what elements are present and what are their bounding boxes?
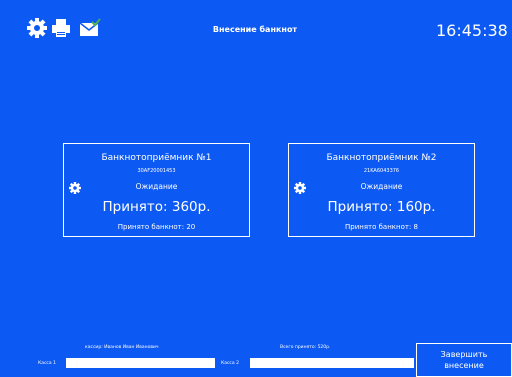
total-accepted-label: Всего принято: 520р. — [280, 345, 331, 350]
finish-button-line1: Завершить — [440, 350, 488, 359]
acceptor-status: Ожидание — [360, 182, 403, 191]
finish-button-line2: внесение — [444, 361, 484, 370]
acceptor-name: Банкнотоприёмник №2 — [326, 153, 437, 163]
finish-deposit-button[interactable]: Завершить внесение — [416, 343, 512, 377]
kassa2-label: Касса 2 — [221, 361, 239, 366]
gear-icon[interactable] — [27, 18, 47, 38]
kassa2-field[interactable] — [250, 358, 414, 368]
acceptor-accepted-amount: Принято: 360р. — [102, 199, 211, 215]
acceptor-card-1: Банкнотоприёмник №1 30AF20001453 Ожидани… — [63, 143, 250, 237]
clock: 16:45:38 — [436, 21, 508, 40]
acceptor-serial: 21KA6043376 — [363, 168, 400, 174]
printer-icon[interactable] — [51, 18, 71, 38]
kassa1-label: Касса 1 — [38, 361, 56, 366]
acceptor-serial: 30AF20001453 — [137, 168, 176, 174]
acceptor-notes-count: Принято банкнот: 20 — [117, 223, 196, 231]
acceptor-notes-count: Принято банкнот: 8 — [344, 223, 418, 231]
top-bar: Внесение банкнот 16:45:38 — [0, 0, 512, 60]
acceptor-accepted-amount: Принято: 160р. — [327, 199, 436, 215]
kassa1-field[interactable] — [66, 358, 215, 368]
cashier-label: кассир: Иванов Иван Иванович — [85, 345, 159, 350]
mail-icon[interactable] — [79, 18, 101, 38]
acceptor-name: Банкнотоприёмник №1 — [101, 153, 212, 163]
page-title: Внесение банкнот — [212, 25, 298, 34]
acceptor-card-2: Банкнотоприёмник №2 21KA6043376 Ожидание… — [288, 143, 475, 237]
acceptor-status: Ожидание — [135, 182, 178, 191]
